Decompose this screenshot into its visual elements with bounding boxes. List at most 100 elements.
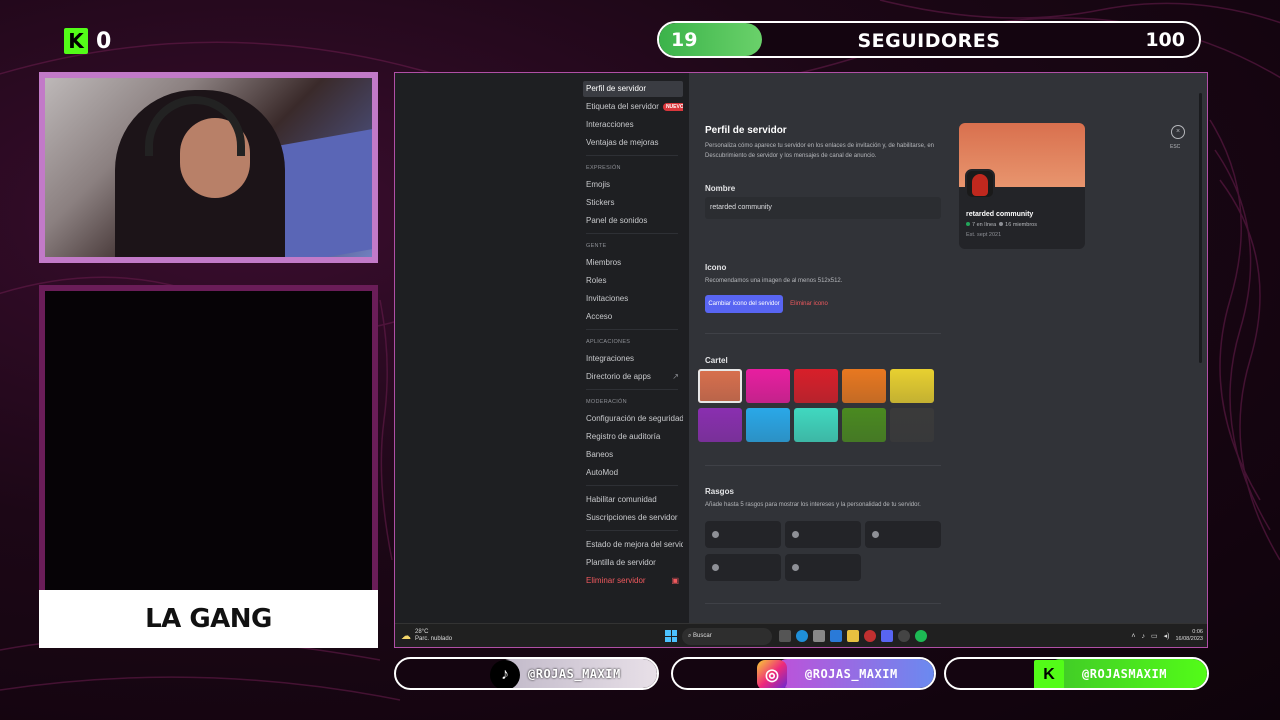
discord-icon[interactable]: [881, 630, 893, 642]
helmet-icon: [972, 174, 988, 196]
server-preview-card: retarded community 7 en línea 16 miembros…: [959, 123, 1085, 249]
page-title: Perfil de servidor: [705, 125, 787, 136]
chevron-up-icon[interactable]: ˄: [1131, 633, 1135, 640]
banner-color-swatch[interactable]: [746, 369, 790, 403]
opera-icon[interactable]: [864, 630, 876, 642]
nav-divider: [586, 233, 678, 234]
taskbar-search[interactable]: ⌕ Buscar: [682, 628, 772, 645]
nav-acceso[interactable]: Acceso: [583, 309, 683, 325]
spotify-icon[interactable]: [915, 630, 927, 642]
nav-panel-sonidos[interactable]: Panel de sonidos: [583, 213, 683, 229]
page-description: Personaliza cómo aparece tu servidor en …: [705, 143, 935, 159]
section-divider: [705, 465, 941, 466]
nav-divider: [586, 485, 678, 486]
nav-eliminar-servidor[interactable]: Eliminar servidor ▣: [583, 573, 683, 589]
nav-estado-mejora[interactable]: Estado de mejora del servidor: [583, 537, 683, 553]
nav-header-moderacion: MODERACIÓN: [586, 399, 627, 405]
trash-icon: ▣: [671, 576, 679, 585]
nav-header-expresion: EXPRESIÓN: [586, 165, 621, 171]
section-divider: [705, 333, 941, 334]
scrollbar[interactable]: [1199, 93, 1202, 363]
section-divider: [705, 603, 941, 604]
store-icon[interactable]: [813, 630, 825, 642]
nav-configuracion-seguridad[interactable]: Configuración de seguridad: [583, 411, 683, 427]
banner-color-swatch[interactable]: [698, 369, 742, 403]
preview-members: 16 miembros: [1005, 222, 1037, 228]
nuevo-badge: NUEVO: [662, 102, 683, 111]
nav-automod[interactable]: AutoMod: [583, 465, 683, 481]
change-icon-button[interactable]: Cambiar icono del servidor: [705, 295, 783, 313]
kick-icon: K: [1034, 660, 1064, 688]
obs-icon[interactable]: [898, 630, 910, 642]
nav-invitaciones[interactable]: Invitaciones: [583, 291, 683, 307]
preview-stats: 7 en línea 16 miembros: [966, 222, 1037, 228]
banner-color-swatch[interactable]: [698, 408, 742, 442]
network-icon[interactable]: ▭: [1151, 632, 1158, 640]
nav-habilitar-comunidad[interactable]: Habilitar comunidad: [583, 492, 683, 508]
banner-color-swatch[interactable]: [794, 408, 838, 442]
nav-ventajas-mejoras[interactable]: Ventajas de mejoras: [583, 135, 683, 151]
social-instagram: ◎ @ROJAS_MAXIM: [671, 657, 936, 690]
esc-label: ESC: [1170, 144, 1181, 150]
nav-header-aplicaciones: APLICACIONES: [586, 339, 631, 345]
nav-roles[interactable]: Roles: [583, 273, 683, 289]
settings-nav: Perfil de servidor Etiqueta del servidor…: [579, 73, 689, 623]
traits-description: Añade hasta 5 rasgos para mostrar los in…: [705, 502, 921, 508]
server-name-input[interactable]: retarded community: [705, 197, 941, 219]
tiktok-icon: ♪: [490, 660, 520, 688]
folder-icon[interactable]: [847, 630, 859, 642]
instagram-icon: ◎: [757, 660, 787, 688]
search-placeholder: Buscar: [693, 633, 712, 639]
nav-registro-auditoria[interactable]: Registro de auditoría: [583, 429, 683, 445]
banner-color-swatch[interactable]: [794, 369, 838, 403]
banner-color-swatch[interactable]: [842, 369, 886, 403]
banner-color-swatch[interactable]: [890, 408, 934, 442]
banner-color-swatch[interactable]: [746, 408, 790, 442]
banner-color-swatch[interactable]: [890, 369, 934, 403]
nav-header-gente: GENTE: [586, 243, 607, 249]
mic-icon[interactable]: ♪: [1141, 633, 1145, 640]
member-dot-icon: [999, 222, 1004, 226]
trait-slot[interactable]: [865, 521, 941, 548]
emoji-icon: [872, 531, 879, 538]
emoji-icon: [712, 564, 719, 571]
trait-slot[interactable]: [785, 521, 861, 548]
clock[interactable]: 0:06 16/08/2023: [1175, 629, 1203, 643]
nav-divider: [586, 329, 678, 330]
trait-slot[interactable]: [705, 521, 781, 548]
preview-online: 7 en línea: [972, 222, 997, 228]
emoji-icon: [712, 531, 719, 538]
name-label: Nombre: [705, 184, 736, 193]
social-kick: K @ROJASMAXIM: [944, 657, 1209, 690]
nav-baneos[interactable]: Baneos: [583, 447, 683, 463]
close-settings-button[interactable]: ×: [1171, 125, 1185, 139]
edge-icon[interactable]: [796, 630, 808, 642]
weather-widget[interactable]: ☁ 28°C Parc. nublado: [401, 629, 452, 643]
nav-divider: [586, 530, 678, 531]
app-icon[interactable]: [830, 630, 842, 642]
remove-icon-button[interactable]: Eliminar icono: [787, 295, 831, 313]
nav-suscripciones-servidor[interactable]: Suscripciones de servidor: [583, 510, 683, 526]
gang-label: LA GANG: [39, 590, 378, 648]
trait-slot[interactable]: [785, 554, 861, 581]
nav-eliminar-label: Eliminar servidor: [586, 576, 646, 585]
kick-count: 0: [96, 28, 112, 54]
nav-integraciones[interactable]: Integraciones: [583, 351, 683, 367]
nav-etiqueta-servidor[interactable]: Etiqueta del servidor NUEVO: [583, 99, 683, 115]
nav-plantilla-servidor[interactable]: Plantilla de servidor: [583, 555, 683, 571]
nav-perfil-servidor[interactable]: Perfil de servidor: [583, 81, 683, 97]
banner-color-swatch[interactable]: [842, 408, 886, 442]
trait-slot[interactable]: [705, 554, 781, 581]
nav-stickers[interactable]: Stickers: [583, 195, 683, 211]
social-tiktok: ♪ @ROJAS_MAXIM: [394, 657, 659, 690]
clock-date: 16/08/2023: [1175, 636, 1203, 642]
weather-temp: 28°C: [415, 629, 429, 635]
volume-icon[interactable]: ◂): [1164, 632, 1170, 640]
nav-miembros[interactable]: Miembros: [583, 255, 683, 271]
weather-desc: Parc. nublado: [415, 636, 453, 642]
windows-start-icon[interactable]: [665, 630, 677, 642]
nav-emojis[interactable]: Emojis: [583, 177, 683, 193]
task-view-icon[interactable]: [779, 630, 791, 642]
nav-interacciones[interactable]: Interacciones: [583, 117, 683, 133]
nav-directorio-apps[interactable]: Directorio de apps ↗: [583, 369, 683, 385]
